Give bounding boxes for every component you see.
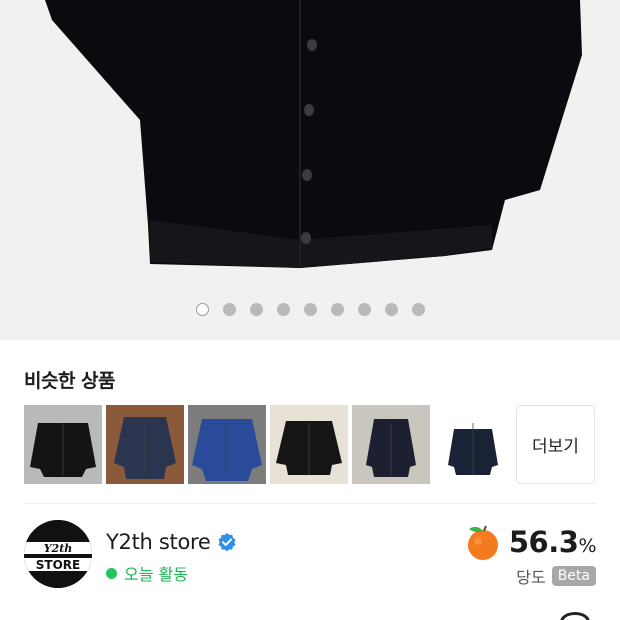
navy-cardigan-on-rug-image bbox=[106, 405, 184, 484]
blue-cardigan-image bbox=[188, 405, 266, 484]
black-cardigan-photo bbox=[0, 0, 620, 340]
hanging-navy-cardigan-image bbox=[352, 405, 430, 484]
carousel-dot[interactable] bbox=[249, 303, 263, 316]
carousel-dot[interactable] bbox=[195, 303, 209, 316]
carousel-dot[interactable] bbox=[357, 303, 371, 316]
black-cardigan-image bbox=[24, 405, 102, 484]
similar-product-thumbnail[interactable] bbox=[434, 405, 512, 484]
logo-text-line2: STORE bbox=[36, 558, 80, 572]
similar-product-thumbnail[interactable] bbox=[270, 405, 348, 484]
black-cardigan-on-board-image bbox=[270, 405, 348, 484]
partial-icon bbox=[560, 612, 590, 620]
store-name[interactable]: Y2th store bbox=[106, 530, 211, 554]
logo-text-line1: Y2th bbox=[44, 542, 73, 555]
online-status-dot bbox=[106, 567, 117, 579]
carousel-dot[interactable] bbox=[276, 303, 290, 316]
shawl-collar-cardigan-image bbox=[434, 405, 512, 484]
similar-product-thumbnail[interactable] bbox=[188, 405, 266, 484]
similar-products-title: 비슷한 상품 bbox=[24, 370, 116, 392]
sweetness-label: 당도 bbox=[516, 568, 546, 587]
similar-products-list bbox=[24, 405, 512, 484]
similar-product-thumbnail[interactable] bbox=[352, 405, 430, 484]
store-logo[interactable]: Y2th STORE bbox=[24, 520, 92, 588]
beta-badge: Beta bbox=[551, 566, 596, 586]
y2th-store-logo-icon: Y2th STORE bbox=[24, 520, 92, 588]
activity-status: 오늘 활동 bbox=[124, 565, 188, 584]
carousel-dot[interactable] bbox=[330, 303, 344, 316]
carousel-dot[interactable] bbox=[411, 303, 425, 316]
divider bbox=[24, 503, 596, 504]
similar-product-thumbnail[interactable] bbox=[24, 405, 102, 484]
carousel-dot[interactable] bbox=[222, 303, 236, 316]
sweetness-score: 56.3% bbox=[508, 525, 597, 559]
carousel-indicator[interactable] bbox=[0, 303, 620, 316]
more-button[interactable]: 더보기 bbox=[516, 405, 595, 484]
verified-check-icon bbox=[218, 533, 236, 552]
score-unit: % bbox=[578, 535, 596, 557]
orange-fruit-icon bbox=[467, 525, 498, 560]
carousel-dot[interactable] bbox=[303, 303, 317, 316]
carousel-dot[interactable] bbox=[384, 303, 398, 316]
product-main-image[interactable] bbox=[0, 0, 620, 340]
similar-product-thumbnail[interactable] bbox=[106, 405, 184, 484]
